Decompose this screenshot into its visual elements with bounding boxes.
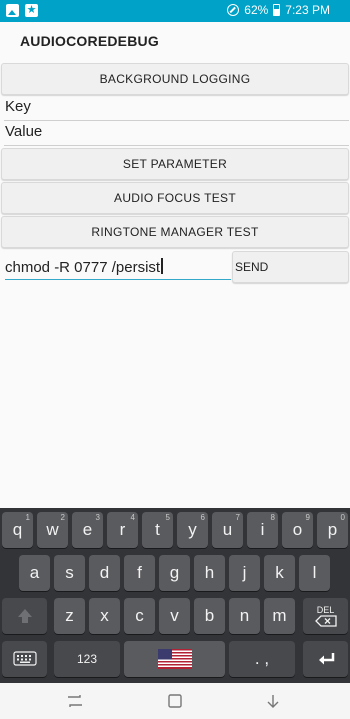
shift-key[interactable] bbox=[2, 598, 47, 634]
text-cursor bbox=[161, 258, 163, 274]
key-l[interactable]: l bbox=[299, 555, 330, 591]
key-q[interactable]: q1 bbox=[2, 512, 33, 548]
key-p[interactable]: p0 bbox=[317, 512, 348, 548]
send-button[interactable]: SEND bbox=[232, 251, 349, 283]
delete-key[interactable]: DEL bbox=[303, 598, 348, 634]
navigation-bar bbox=[0, 683, 350, 719]
key-w[interactable]: w2 bbox=[37, 512, 68, 548]
period-comma-key[interactable]: . , bbox=[229, 641, 295, 677]
set-parameter-button[interactable]: SET PARAMETER bbox=[1, 148, 349, 180]
shift-icon bbox=[17, 609, 32, 623]
key-b[interactable]: b bbox=[194, 598, 225, 634]
home-button[interactable] bbox=[164, 691, 186, 711]
key-r[interactable]: r4 bbox=[107, 512, 138, 548]
key-j[interactable]: j bbox=[229, 555, 260, 591]
key-s[interactable]: s bbox=[54, 555, 85, 591]
recent-apps-button[interactable] bbox=[64, 691, 86, 711]
key-h[interactable]: h bbox=[194, 555, 225, 591]
ringtone-manager-test-button[interactable]: RINGTONE MANAGER TEST bbox=[1, 216, 349, 248]
command-text: chmod -R 0777 /persist bbox=[5, 259, 161, 276]
key-y[interactable]: y6 bbox=[177, 512, 208, 548]
key-field-underline bbox=[4, 120, 349, 121]
key-x[interactable]: x bbox=[89, 598, 120, 634]
key-c[interactable]: c bbox=[124, 598, 155, 634]
value-field-underline bbox=[4, 145, 349, 146]
audio-focus-test-button[interactable]: AUDIO FOCUS TEST bbox=[1, 182, 349, 214]
key-a[interactable]: a bbox=[19, 555, 50, 591]
keyboard-settings-key[interactable] bbox=[2, 641, 47, 677]
space-key[interactable] bbox=[124, 641, 225, 677]
app-title: AUDIOCOREDEBUG bbox=[20, 33, 159, 49]
numbers-key[interactable]: 123 bbox=[54, 641, 120, 677]
key-g[interactable]: g bbox=[159, 555, 190, 591]
recent-apps-icon bbox=[68, 695, 82, 707]
key-u[interactable]: u7 bbox=[212, 512, 243, 548]
clock: 7:23 PM bbox=[285, 3, 330, 17]
background-logging-button[interactable]: BACKGROUND LOGGING bbox=[1, 63, 349, 95]
do-not-disturb-icon bbox=[227, 4, 240, 16]
gallery-notification-icon bbox=[6, 4, 19, 17]
key-field[interactable]: Key bbox=[5, 98, 31, 115]
key-z[interactable]: z bbox=[54, 598, 85, 634]
command-input[interactable]: chmod -R 0777 /persist bbox=[5, 256, 231, 280]
keyboard: q1 w2 e3 r4 t5 y6 u7 i8 o9 p0 a s d f g … bbox=[0, 508, 350, 683]
key-v[interactable]: v bbox=[159, 598, 190, 634]
chevron-down-icon bbox=[267, 695, 279, 708]
key-f[interactable]: f bbox=[124, 555, 155, 591]
delete-label: DEL bbox=[316, 605, 335, 615]
us-flag-icon bbox=[157, 649, 192, 669]
key-n[interactable]: n bbox=[229, 598, 260, 634]
status-bar: ★ 62% 7:23 PM bbox=[0, 0, 350, 22]
keyboard-icon bbox=[12, 651, 37, 666]
key-d[interactable]: d bbox=[89, 555, 120, 591]
key-t[interactable]: t5 bbox=[142, 512, 173, 548]
key-o[interactable]: o9 bbox=[282, 512, 313, 548]
battery-icon bbox=[273, 4, 281, 16]
key-k[interactable]: k bbox=[264, 555, 295, 591]
key-e[interactable]: e3 bbox=[72, 512, 103, 548]
key-i[interactable]: i8 bbox=[247, 512, 278, 548]
hide-keyboard-button[interactable] bbox=[262, 691, 284, 711]
enter-icon bbox=[318, 653, 334, 665]
home-icon bbox=[168, 694, 182, 708]
key-m[interactable]: m bbox=[264, 598, 295, 634]
battery-percent: 62% bbox=[244, 3, 269, 17]
star-notification-icon: ★ bbox=[25, 4, 38, 17]
value-field[interactable]: Value bbox=[5, 123, 42, 140]
enter-key[interactable] bbox=[303, 641, 348, 677]
backspace-icon bbox=[314, 615, 337, 627]
